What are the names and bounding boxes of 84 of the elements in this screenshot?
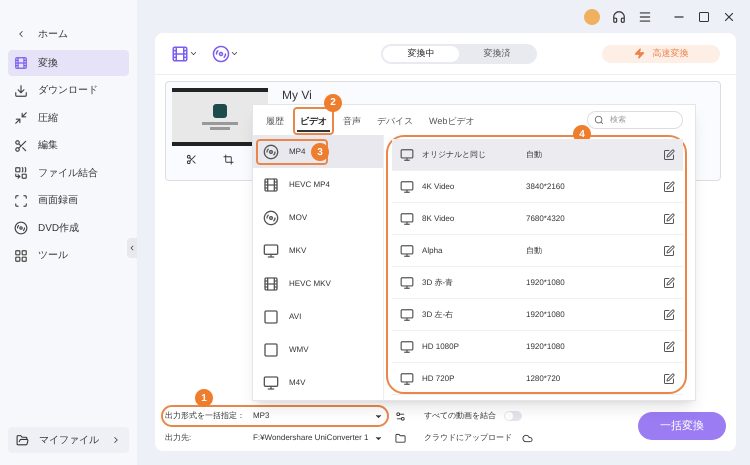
- caret-icon: [189, 49, 198, 58]
- monitor-icon: [263, 374, 279, 390]
- merge-label: すべての動画を結合: [424, 410, 496, 422]
- nav-icon: [14, 166, 28, 180]
- search-field[interactable]: 検索: [587, 111, 683, 129]
- sidebar-item[interactable]: ツール: [8, 242, 129, 268]
- file-title: My Vi: [282, 87, 312, 104]
- window-icon: [263, 308, 279, 324]
- sidebar-item[interactable]: 変換: [8, 50, 129, 76]
- video-icon: [400, 372, 414, 386]
- sidebar-item[interactable]: 画面録画: [8, 188, 129, 214]
- my-files-item[interactable]: マイファイル: [8, 427, 129, 453]
- video-icon: [400, 276, 414, 290]
- video-icon: [400, 340, 414, 354]
- search-icon: [594, 115, 604, 125]
- video-icon: [400, 212, 414, 226]
- sidebar-item[interactable]: 圧縮: [8, 105, 129, 131]
- format-dropdown[interactable]: MP3: [253, 410, 383, 422]
- edit-icon[interactable]: [663, 276, 675, 288]
- sidebar-item[interactable]: ダウンロード: [8, 78, 129, 104]
- format-tab[interactable]: Webビデオ: [426, 112, 478, 132]
- callout-badge: 1: [195, 389, 213, 407]
- lightning-icon: [634, 48, 644, 59]
- edit-icon[interactable]: [663, 180, 675, 192]
- film-icon: [263, 176, 279, 192]
- output-label: 出力先:: [165, 432, 192, 444]
- edit-icon[interactable]: [663, 148, 675, 160]
- nav-icon: [14, 221, 28, 235]
- collapse-handle[interactable]: [127, 238, 137, 258]
- settings-icon[interactable]: [395, 410, 406, 422]
- preset-row[interactable]: Alpha 自動: [392, 235, 683, 267]
- video-icon: [400, 180, 414, 194]
- window-icon: [263, 342, 279, 358]
- preset-row[interactable]: オリジナルと同じ 自動: [392, 139, 683, 171]
- edit-icon[interactable]: [663, 308, 675, 320]
- output-dropdown[interactable]: F:¥Wondershare UniConverter 1: [253, 432, 383, 444]
- disc-icon: [263, 144, 279, 160]
- cloud-label: クラウドにアップロード: [424, 432, 512, 444]
- preset-row[interactable]: HD 720P 1280*720: [392, 363, 683, 395]
- video-icon: [400, 308, 414, 322]
- video-icon: [400, 148, 414, 162]
- status-tab[interactable]: 変換中: [383, 46, 459, 62]
- nav-icon: [14, 248, 28, 262]
- format-tab[interactable]: 音声: [340, 112, 364, 132]
- preset-row[interactable]: 3D 赤-青 1920*1080: [392, 267, 683, 299]
- nav-icon: [14, 138, 28, 152]
- preset-row[interactable]: HD 1080P 1920*1080: [392, 331, 683, 363]
- edit-icon[interactable]: [663, 340, 675, 352]
- nav-icon: [14, 84, 28, 98]
- disc-icon: [263, 210, 279, 226]
- sidebar-item[interactable]: 編集: [8, 132, 129, 158]
- folder-icon[interactable]: [395, 432, 406, 444]
- preset-row[interactable]: 8K Video 7680*4320: [392, 203, 683, 235]
- edit-icon[interactable]: [663, 212, 675, 224]
- nav-icon: [14, 56, 28, 70]
- cut-icon[interactable]: [186, 154, 197, 165]
- nav-icon: [14, 194, 28, 208]
- merge-toggle[interactable]: [504, 411, 522, 421]
- video-icon: [400, 244, 414, 258]
- preset-row[interactable]: 3D 左-右 1920*1080: [392, 299, 683, 331]
- folder-icon: [16, 434, 29, 446]
- film-icon: [263, 276, 279, 292]
- sidebar-item[interactable]: ファイル結合: [8, 160, 129, 186]
- status-tab[interactable]: 変換済: [459, 46, 535, 62]
- crop-icon[interactable]: [223, 154, 234, 165]
- headset-icon[interactable]: [612, 10, 626, 24]
- cloud-icon[interactable]: [522, 432, 533, 444]
- add-file-button[interactable]: [171, 44, 198, 62]
- nav-icon: [14, 111, 28, 125]
- maximize-icon[interactable]: [698, 10, 710, 22]
- caret-icon: [230, 49, 239, 58]
- monitor-icon: [263, 242, 279, 258]
- edit-icon[interactable]: [663, 244, 675, 256]
- format-tab[interactable]: 履歴: [263, 112, 287, 132]
- edit-icon[interactable]: [663, 372, 675, 384]
- format-label: 出力形式を一括指定：: [165, 410, 246, 422]
- add-disc-button[interactable]: [212, 44, 239, 62]
- sidebar-item[interactable]: DVD作成: [8, 215, 129, 241]
- format-tab[interactable]: デバイス: [374, 112, 416, 132]
- home-link[interactable]: ホーム: [38, 26, 68, 42]
- format-tab[interactable]: ビデオ: [297, 112, 330, 132]
- search-input[interactable]: 検索: [610, 114, 670, 126]
- menu-icon[interactable]: [638, 10, 652, 24]
- preset-row[interactable]: 4K Video 3840*2160: [392, 171, 683, 203]
